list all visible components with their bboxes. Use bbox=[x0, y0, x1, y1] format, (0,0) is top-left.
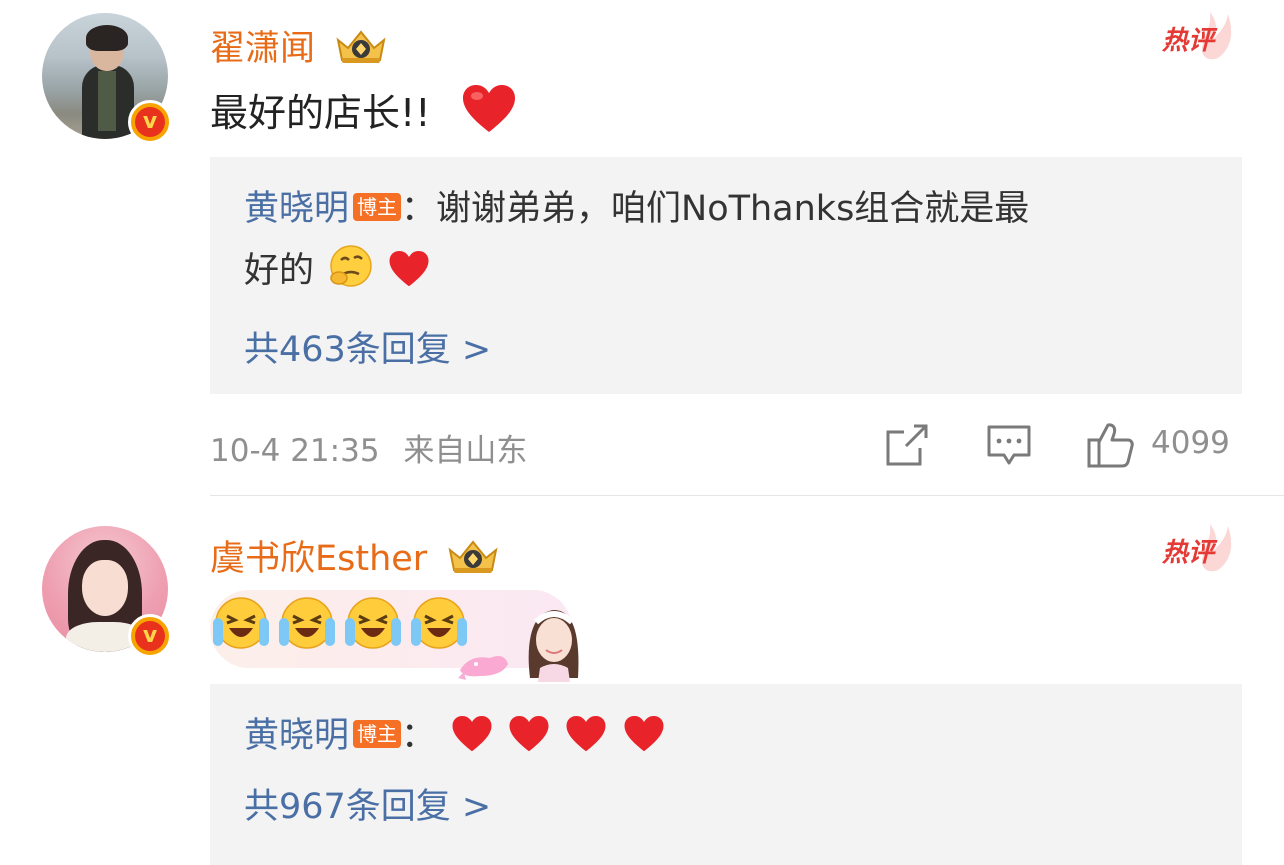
laugh-cry-emoji bbox=[213, 597, 269, 649]
comment-text-body: 最好的店长!! bbox=[210, 91, 431, 135]
red-heart-emoji bbox=[624, 716, 664, 752]
hot-label: 热评 bbox=[1162, 26, 1215, 56]
red-heart-emoji bbox=[452, 716, 492, 752]
reply-line-1: 黄晓明 博主： bbox=[244, 704, 1202, 768]
timestamp: 10-4 21:35 bbox=[210, 433, 380, 469]
hot-comment-badge: 热评 bbox=[1162, 8, 1240, 64]
username[interactable]: 翟潇闻 bbox=[210, 20, 388, 71]
comment-text: 最好的店长!! bbox=[210, 82, 517, 137]
hot-label: 热评 bbox=[1162, 538, 1215, 568]
reply-line-1: 黄晓明 博主 ：谢谢弟弟，咱们NoThanks组合就是最 bbox=[244, 177, 1202, 241]
blogger-badge: 博主 bbox=[353, 193, 402, 221]
reply-author[interactable]: 黄晓明 bbox=[244, 189, 349, 229]
laugh-cry-emoji bbox=[279, 597, 335, 649]
red-heart-emoji bbox=[566, 716, 606, 752]
vip-crown-icon bbox=[336, 30, 386, 63]
comment-card-1: v 翟潇闻 热评 最好的店长!! 黄晓明 博主 ：谢谢弟弟，咱们NoThanks组合… bbox=[0, 0, 1284, 495]
comment-card-2: v 虞书欣Esther 热评 黄晓明 博主 ： 共967条回复 > bbox=[0, 496, 1284, 865]
girl-sticker-decoration bbox=[458, 610, 579, 682]
location: 来自山东 bbox=[403, 433, 528, 469]
thinking-face-emoji bbox=[330, 245, 372, 287]
reply-author[interactable]: 黄晓明 bbox=[244, 716, 349, 756]
reply-box[interactable]: 黄晓明 博主 ：谢谢弟弟，咱们NoThanks组合就是最 好的 共463条回复 > bbox=[210, 157, 1242, 394]
hot-comment-badge: 热评 bbox=[1162, 520, 1240, 576]
username-text[interactable]: 虞书欣Esther bbox=[210, 539, 427, 579]
reply-text: ： bbox=[401, 716, 437, 756]
red-heart-emoji bbox=[389, 251, 429, 287]
username[interactable]: 虞书欣Esther bbox=[210, 530, 500, 581]
reply-text: ：谢谢弟弟，咱们NoThanks组合就是最 bbox=[401, 189, 1030, 229]
view-replies-link[interactable]: 共967条回复 > bbox=[244, 778, 491, 829]
reply-text-cont: 好的 bbox=[244, 251, 315, 291]
vip-crown-icon bbox=[448, 540, 498, 573]
comment-bubble-icon[interactable] bbox=[986, 420, 1032, 470]
blogger-badge: 博主 bbox=[353, 720, 402, 748]
red-heart-emoji bbox=[509, 716, 549, 752]
verified-badge-icon: v bbox=[128, 100, 172, 144]
thumbs-up-icon[interactable] bbox=[1086, 420, 1136, 470]
laugh-cry-emoji bbox=[345, 597, 401, 649]
verified-badge-icon: v bbox=[128, 614, 172, 658]
share-edit-icon[interactable] bbox=[884, 420, 930, 470]
red-heart-emoji bbox=[462, 85, 515, 132]
comment-meta: 10-4 21:35 来自山东 bbox=[210, 425, 527, 470]
emoji-content bbox=[210, 586, 582, 682]
view-replies-link[interactable]: 共463条回复 > bbox=[244, 321, 491, 372]
reply-box[interactable]: 黄晓明 博主： 共967条回复 > bbox=[210, 684, 1242, 865]
like-count: 4099 bbox=[1151, 425, 1230, 461]
reply-line-2: 好的 bbox=[244, 239, 1202, 303]
username-text[interactable]: 翟潇闻 bbox=[210, 29, 315, 69]
